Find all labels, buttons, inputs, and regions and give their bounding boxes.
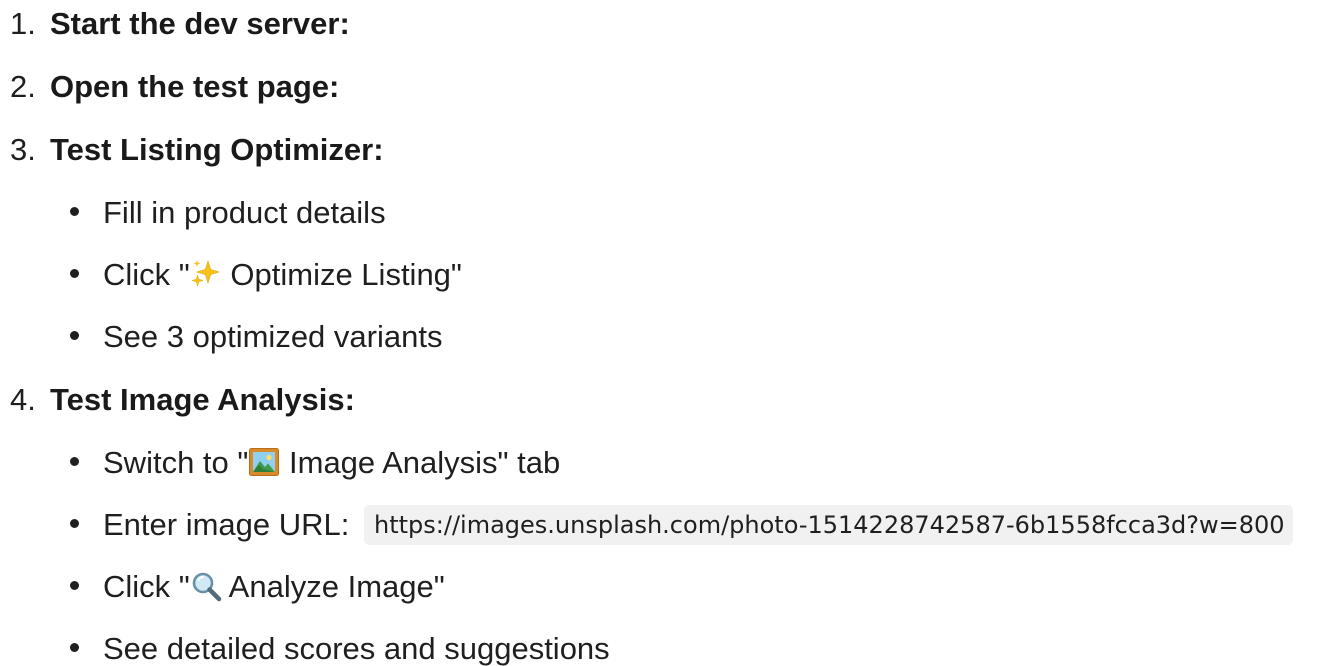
bullet-dot — [70, 457, 79, 467]
bullet-text-before: Switch to " — [103, 445, 249, 480]
bullet-text-before: Click " — [103, 257, 190, 292]
image-url-code[interactable]: https://images.unsplash.com/photo-151422… — [364, 505, 1293, 545]
list-item: Enter image URL: https://images.unsplash… — [70, 505, 1293, 545]
list-item: Fill in product details — [70, 193, 386, 233]
step-title: Test Listing Optimizer: — [50, 132, 384, 167]
bullet-text: Fill in product details — [103, 195, 386, 230]
step-start-dev-server: 1. Start the dev server: — [10, 4, 350, 44]
step-number: 3. — [10, 132, 36, 167]
bullet-dot — [70, 643, 79, 653]
list-item: See detailed scores and suggestions — [70, 629, 610, 666]
step-test-listing-optimizer: 3. Test Listing Optimizer: — [10, 130, 384, 170]
bullet-text-before: Enter image URL: — [103, 507, 350, 542]
bullet-dot — [70, 269, 79, 279]
bullet-text-before: Click " — [103, 569, 190, 604]
magnifying-glass-icon — [192, 572, 222, 602]
step-test-image-analysis: 4. Test Image Analysis: — [10, 380, 355, 420]
bullet-dot — [70, 519, 79, 529]
bullet-text-after: Image Analysis" tab — [280, 445, 561, 480]
bullet-text-after: Optimize Listing" — [221, 257, 462, 292]
step-number: 4. — [10, 382, 36, 417]
step-title: Test Image Analysis: — [50, 382, 355, 417]
step-title: Open the test page: — [50, 69, 340, 104]
list-item: See 3 optimized variants — [70, 317, 442, 357]
document: 1. Start the dev server: 2. Open the test … — [0, 0, 1329, 666]
bullet-text-after: Analyze Image" — [221, 569, 445, 604]
framed-picture-icon — [249, 447, 280, 476]
bullet-dot — [70, 331, 79, 341]
list-item: Click " Analyze Image" — [70, 567, 445, 607]
list-item: Switch to " Image Analysis" tab — [70, 443, 560, 483]
step-number: 1. — [10, 6, 36, 41]
bullet-text: See 3 optimized variants — [103, 319, 443, 354]
step-title: Start the dev server: — [50, 6, 350, 41]
bullet-dot — [70, 207, 79, 217]
sparkles-icon — [190, 259, 220, 287]
bullet-text: See detailed scores and suggestions — [103, 631, 610, 666]
list-item: Click " Optimize Listing" — [70, 255, 462, 295]
bullet-dot — [70, 581, 79, 591]
step-number: 2. — [10, 69, 36, 104]
step-open-test-page: 2. Open the test page: — [10, 67, 339, 107]
